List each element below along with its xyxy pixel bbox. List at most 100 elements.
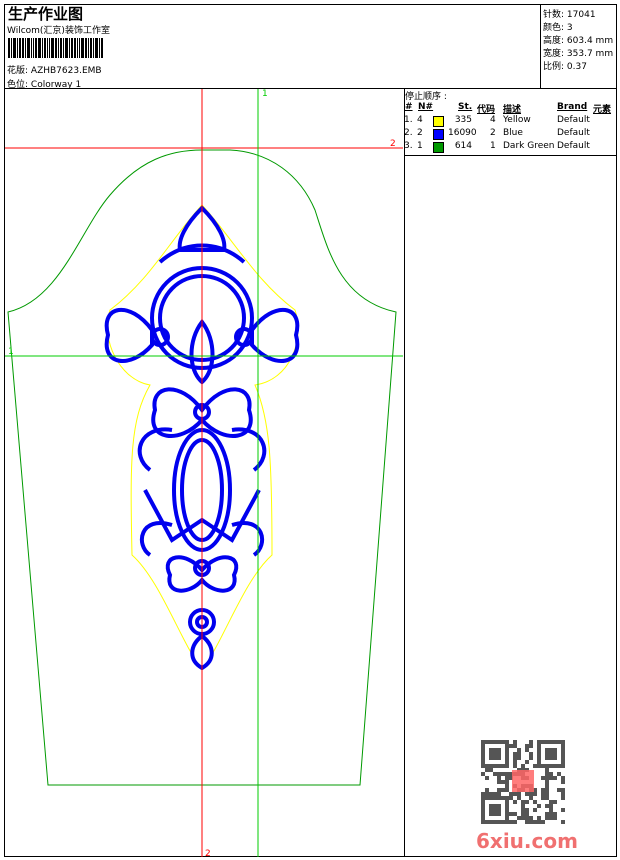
qr-module	[505, 820, 509, 824]
qr-module	[545, 796, 549, 800]
qr-module	[553, 812, 557, 816]
qr-module	[537, 820, 541, 824]
qr-module	[505, 800, 509, 804]
qr-module	[497, 780, 501, 784]
qr-module	[493, 748, 497, 752]
qr-module	[545, 748, 549, 752]
qr-module	[549, 804, 553, 808]
qr-module	[485, 820, 489, 824]
qr-module	[481, 740, 485, 744]
qr-module	[505, 764, 509, 768]
qr-module	[481, 804, 485, 808]
qr-module	[485, 776, 489, 780]
qr-module	[481, 800, 485, 804]
qr-module	[545, 780, 549, 784]
qr-module	[493, 740, 497, 744]
guide-label: 1	[8, 347, 14, 357]
qr-module	[545, 788, 549, 792]
qr-module	[497, 752, 501, 756]
qr-module	[489, 752, 493, 756]
qr-module	[481, 744, 485, 748]
qr-module	[501, 788, 505, 792]
qr-module	[529, 820, 533, 824]
qr-module	[505, 808, 509, 812]
qr-module	[549, 740, 553, 744]
qr-module	[553, 756, 557, 760]
qr-module	[513, 752, 517, 756]
qr-module	[497, 796, 501, 800]
qr-module	[533, 764, 537, 768]
qr-module	[505, 744, 509, 748]
watermark-stamp	[512, 770, 534, 792]
qr-module	[497, 792, 501, 796]
qr-module	[549, 776, 553, 780]
qr-module	[549, 748, 553, 752]
qr-module	[513, 764, 517, 768]
qr-module	[545, 752, 549, 756]
qr-module	[481, 820, 485, 824]
qr-module	[561, 740, 565, 744]
qr-module	[549, 752, 553, 756]
qr-module	[497, 788, 501, 792]
qr-module	[489, 748, 493, 752]
qr-module	[517, 796, 521, 800]
qr-module	[529, 816, 533, 820]
qr-module	[561, 744, 565, 748]
qr-module	[489, 804, 493, 808]
qr-module	[529, 796, 533, 800]
qr-module	[517, 756, 521, 760]
qr-module	[513, 812, 517, 816]
qr-module	[561, 788, 565, 792]
qr-module	[493, 804, 497, 808]
qr-module	[513, 740, 517, 744]
qr-module	[553, 764, 557, 768]
qr-module	[505, 796, 509, 800]
qr-module	[541, 788, 545, 792]
qr-module	[505, 776, 509, 780]
qr-module	[505, 788, 509, 792]
qr-module	[489, 792, 493, 796]
qr-module	[489, 768, 493, 772]
qr-module	[537, 756, 541, 760]
qr-module	[493, 756, 497, 760]
qr-module	[557, 772, 561, 776]
qr-module	[513, 792, 517, 796]
qr-module	[513, 820, 517, 824]
qr-module	[541, 792, 545, 796]
qr-module	[525, 800, 529, 804]
qr-module	[497, 812, 501, 816]
qr-module	[493, 772, 497, 776]
qr-module	[553, 740, 557, 744]
qr-module	[497, 776, 501, 780]
qr-module	[529, 756, 533, 760]
qr-module	[545, 764, 549, 768]
qr-module	[561, 760, 565, 764]
qr-module	[537, 752, 541, 756]
qr-module	[513, 756, 517, 760]
qr-module	[485, 740, 489, 744]
qr-module	[561, 808, 565, 812]
qr-module	[501, 780, 505, 784]
qr-module	[501, 764, 505, 768]
qr-module	[485, 796, 489, 800]
qr-module	[513, 744, 517, 748]
qr-module	[525, 820, 529, 824]
qr-module	[509, 796, 513, 800]
qr-module	[525, 792, 529, 796]
qr-module	[481, 812, 485, 816]
qr-module	[489, 812, 493, 816]
qr-module	[509, 792, 513, 796]
qr-module	[545, 804, 549, 808]
qr-module	[541, 776, 545, 780]
qr-module	[533, 792, 537, 796]
guide-label: 2	[205, 849, 211, 859]
qr-module	[509, 744, 513, 748]
qr-module	[505, 760, 509, 764]
qr-module	[561, 752, 565, 756]
qr-module	[561, 748, 565, 752]
qr-module	[521, 804, 525, 808]
qr-module	[557, 740, 561, 744]
qr-module	[505, 748, 509, 752]
qr-module	[521, 816, 525, 820]
qr-module	[493, 792, 497, 796]
